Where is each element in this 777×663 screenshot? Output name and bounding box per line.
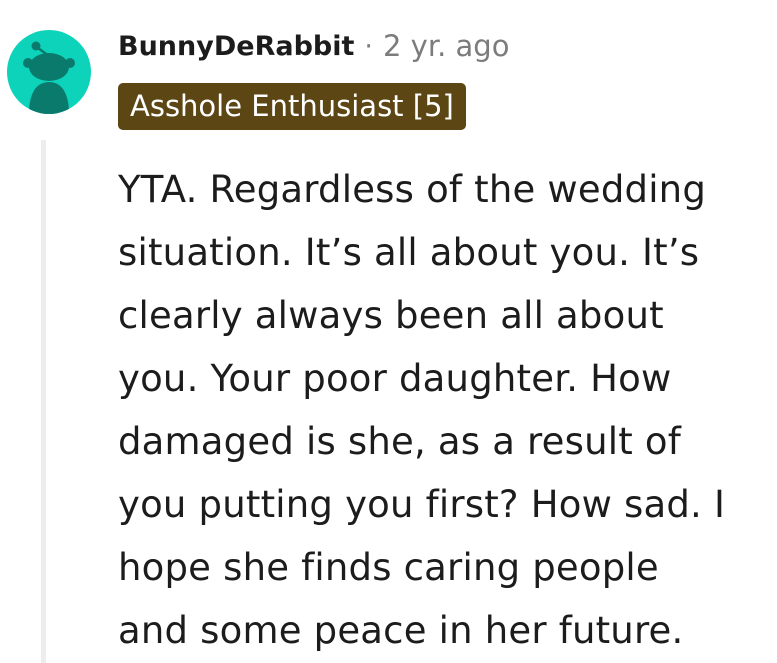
comment-body-line: damaged is she, as a result of xyxy=(118,420,681,463)
comment-body-line: you. Your poor daughter. How xyxy=(118,357,672,400)
comment-body-line: you putting you first? How sad. I xyxy=(118,483,726,526)
comment-meta: BunnyDeRabbit · 2 yr. ago xyxy=(118,26,509,66)
snoo-avatar-icon xyxy=(23,41,75,114)
author-username[interactable]: BunnyDeRabbit xyxy=(118,31,354,62)
comment-body-line: YTA. Regardless of the wedding xyxy=(118,168,707,211)
user-flair-badge: Asshole Enthusiast [5] xyxy=(118,83,466,130)
meta-separator: · xyxy=(364,30,373,62)
comment-body-line: hope she finds caring people xyxy=(118,546,659,589)
comment-body: YTA. Regardless of the wedding situation… xyxy=(118,158,768,662)
comment-body-line: situation. It’s all about you. It’s xyxy=(118,231,700,274)
comment: BunnyDeRabbit · 2 yr. ago Asshole Enthus… xyxy=(0,0,777,663)
comment-body-line: and some peace in her future. xyxy=(118,609,684,652)
avatar[interactable] xyxy=(7,30,91,114)
comment-timestamp[interactable]: 2 yr. ago xyxy=(383,29,509,63)
thread-collapse-line[interactable] xyxy=(41,140,46,663)
comment-body-line: clearly always been all about xyxy=(118,294,664,337)
